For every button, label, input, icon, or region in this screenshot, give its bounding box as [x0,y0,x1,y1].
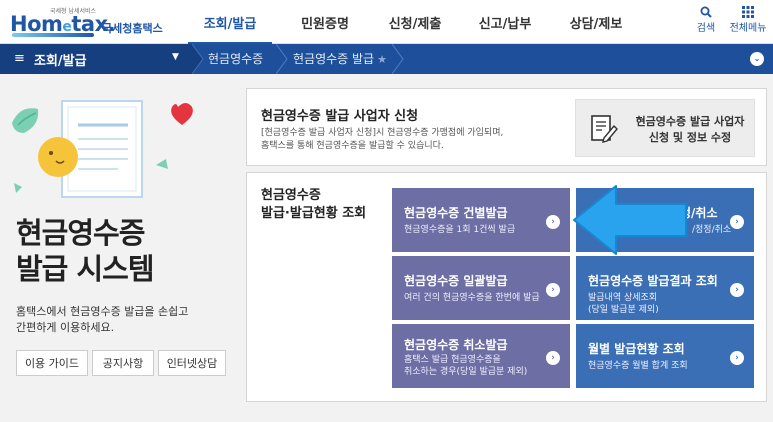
nav-civil-certificate[interactable]: 민원증명 [280,0,370,44]
tile-title: 월별 발급현황 조회 [588,342,685,356]
chevron-right-icon: › [730,283,744,297]
page-title: 현금영수증 발급 시스템 [16,216,154,286]
search-label: 검색 [696,23,716,34]
breadcrumb-menu-dropdown[interactable]: ≡ 조회/발급 ▼ [0,44,192,74]
issue-result-inquiry-tile[interactable]: 현금영수증 발급결과 조회 발급내역 상세조회 (당일 발급분 제외) › [576,256,754,320]
nav-inquiry-issue[interactable]: 조회/발급 [180,0,280,45]
online-consult-button[interactable]: 인터넷상담 [158,350,226,376]
nav-report-payment[interactable]: 신고/납부 [460,0,550,44]
chevron-right-icon: › [546,283,560,297]
chevron-down-icon[interactable]: ⌄ [750,52,764,66]
breadcrumb-separator-icon [192,44,204,74]
hometax-logo[interactable]: 국세청 납세서비스 Hometax. 국세청홈택스 [10,6,163,38]
all-menu-label: 전체메뉴 [729,23,767,34]
tile-title: 현금영수증 건별발급 [404,206,508,220]
tile-subtitle: 여러 건의 현금영수증을 한번에 발급 [404,293,540,303]
grid-icon [726,6,770,22]
chevron-right-icon: › [546,215,560,229]
business-application-desc: [현금영수증 발급 사업자 신청]시 현금영수증 가맹점에 가입되며, 홈택스를… [261,128,504,151]
page-description: 홈택스에서 현금영수증 발급을 손쉽고 간편하게 이용하세요. [16,305,189,334]
search-icon [684,6,728,22]
breadcrumb-item-issue[interactable]: 현금영수증 발급 ★ [293,44,387,74]
business-application-button[interactable]: 현금영수증 발급 사업자 신청 및 정보 수정 [575,99,755,157]
pointer-arrow-icon [573,185,687,255]
notice-button[interactable]: 공지사항 [92,350,154,376]
tile-subtitle: 현금영수증 월별 합계 조회 [588,361,688,371]
tile-subtitle: /정정/취소 [692,225,732,235]
main-navigation: 조회/발급 민원증명 신청/제출 신고/납부 상담/제보 [180,0,642,45]
logo-swoosh [12,33,94,37]
all-menu-button[interactable]: 전체메뉴 [726,6,770,38]
user-guide-button[interactable]: 이용 가이드 [16,350,88,376]
business-application-panel: 현금영수증 발급 사업자 신청 [현금영수증 발급 사업자 신청]시 현금영수증… [246,88,767,166]
single-issue-tile[interactable]: 현금영수증 건별발급 현금영수증을 1회 1건씩 발급 › [392,188,570,252]
hamburger-icon: ≡ [14,51,25,66]
breadcrumb-item-cash-receipt[interactable]: 현금영수증 [208,44,263,74]
business-application-label: 현금영수증 발급 사업자 신청 및 정보 수정 [635,115,745,144]
search-button[interactable]: 검색 [684,6,728,38]
breadcrumb-separator-icon [392,44,404,74]
chevron-right-icon: › [730,215,744,229]
receipt-illustration [12,100,193,198]
breadcrumb-menu-label: 조회/발급 [34,54,87,69]
caret-down-icon: ▼ [172,52,179,62]
tile-subtitle: 현금영수증을 1회 1건씩 발급 [404,225,516,235]
chevron-right-icon: › [546,351,560,365]
tile-title: 현금영수증 발급결과 조회 [588,274,718,288]
star-icon[interactable]: ★ [377,53,387,66]
tile-subtitle: 홈택스 발급 현금영수증을 취소하는 경우(당일 발급분 제외) [404,355,528,377]
top-header: 국세청 납세서비스 Hometax. 국세청홈택스 조회/발급 민원증명 신청/… [0,0,773,45]
tile-title: 현금영수증 취소발급 [404,338,508,352]
cancel-issue-tile[interactable]: 현금영수증 취소발급 홈택스 발급 현금영수증을 취소하는 경우(당일 발급분 … [392,324,570,388]
chevron-right-icon: › [730,351,744,365]
bulk-issue-tile[interactable]: 현금영수증 일괄발급 여러 건의 현금영수증을 한번에 발급 › [392,256,570,320]
logo-korean-name: 국세청홈택스 [102,22,163,35]
breadcrumb: ≡ 조회/발급 ▼ 현금영수증 현금영수증 발급 ★ ⌄ [0,44,773,74]
document-edit-icon [591,115,618,143]
nav-consult-report[interactable]: 상담/제보 [550,0,642,44]
business-application-title: 현금영수증 발급 사업자 신청 [261,109,419,124]
breadcrumb-separator-icon [276,44,288,74]
issue-inquiry-title: 현금영수증 발급·발급현황 조회 [261,188,367,221]
nav-application-submit[interactable]: 신청/제출 [370,0,460,44]
monthly-status-tile[interactable]: 월별 발급현황 조회 현금영수증 월별 합계 조회 › [576,324,754,388]
tile-subtitle: 발급내역 상세조회 (당일 발급분 제외) [588,293,659,315]
tile-title: 현금영수증 일괄발급 [404,274,508,288]
